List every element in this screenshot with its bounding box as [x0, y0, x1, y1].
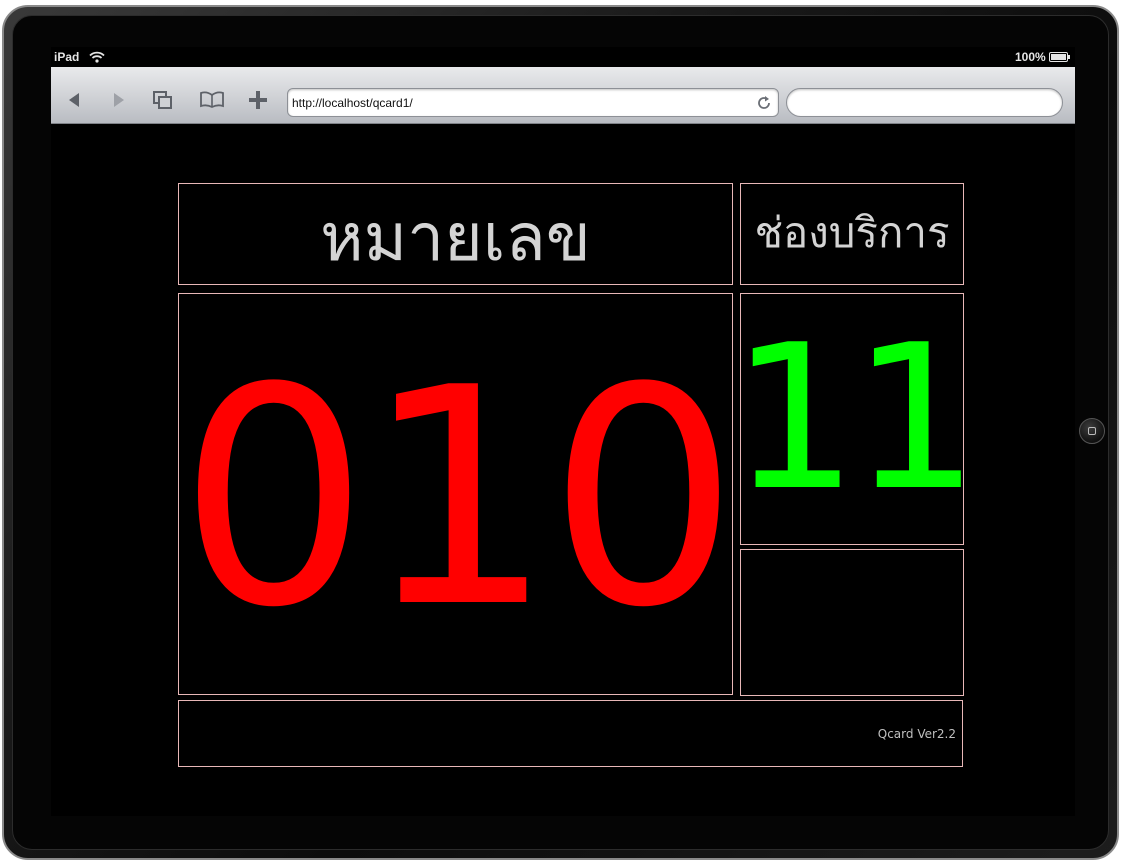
queue-number-cell: 010 — [178, 293, 733, 695]
queue-display-page: หมายเลข ช่องบริการ 010 11 Qcard Ver2.2 — [51, 125, 1075, 816]
footer-cell: Qcard Ver2.2 — [178, 700, 963, 767]
status-bar: iPad 100% — [51, 47, 1075, 67]
screen: iPad 100% http://localhost/qcard1/ หมายเ… — [51, 47, 1075, 816]
search-field[interactable] — [786, 88, 1063, 117]
back-button[interactable] — [61, 89, 87, 111]
add-button[interactable] — [245, 89, 271, 111]
forward-button[interactable] — [106, 89, 132, 111]
forward-arrow-icon — [114, 93, 124, 107]
number-header-label: หมายเลข — [320, 199, 591, 276]
empty-cell — [740, 549, 964, 696]
device-name: iPad — [54, 50, 80, 64]
battery-icon — [1049, 52, 1070, 62]
counter-number-cell: 11 — [740, 293, 964, 545]
home-button[interactable] — [1079, 418, 1105, 444]
counter-number: 11 — [740, 302, 964, 535]
version-label: Qcard Ver2.2 — [877, 726, 956, 741]
pages-icon — [153, 91, 172, 109]
wifi-icon — [89, 51, 105, 63]
url-field[interactable]: http://localhost/qcard1/ — [287, 88, 779, 117]
browser-toolbar: http://localhost/qcard1/ — [51, 67, 1075, 124]
back-arrow-icon — [69, 93, 79, 107]
counter-header-cell: ช่องบริการ — [740, 183, 964, 285]
queue-number: 010 — [178, 324, 733, 673]
bookmarks-button[interactable] — [199, 89, 225, 111]
url-text: http://localhost/qcard1/ — [292, 96, 413, 110]
home-square-icon — [1088, 427, 1096, 435]
number-header-cell: หมายเลข — [178, 183, 733, 285]
battery-percent: 100% — [1015, 50, 1046, 64]
book-icon — [200, 91, 224, 109]
counter-header-label: ช่องบริการ — [754, 208, 950, 257]
reload-icon[interactable] — [756, 95, 772, 111]
tabs-button[interactable] — [150, 89, 176, 111]
plus-icon — [249, 91, 267, 109]
